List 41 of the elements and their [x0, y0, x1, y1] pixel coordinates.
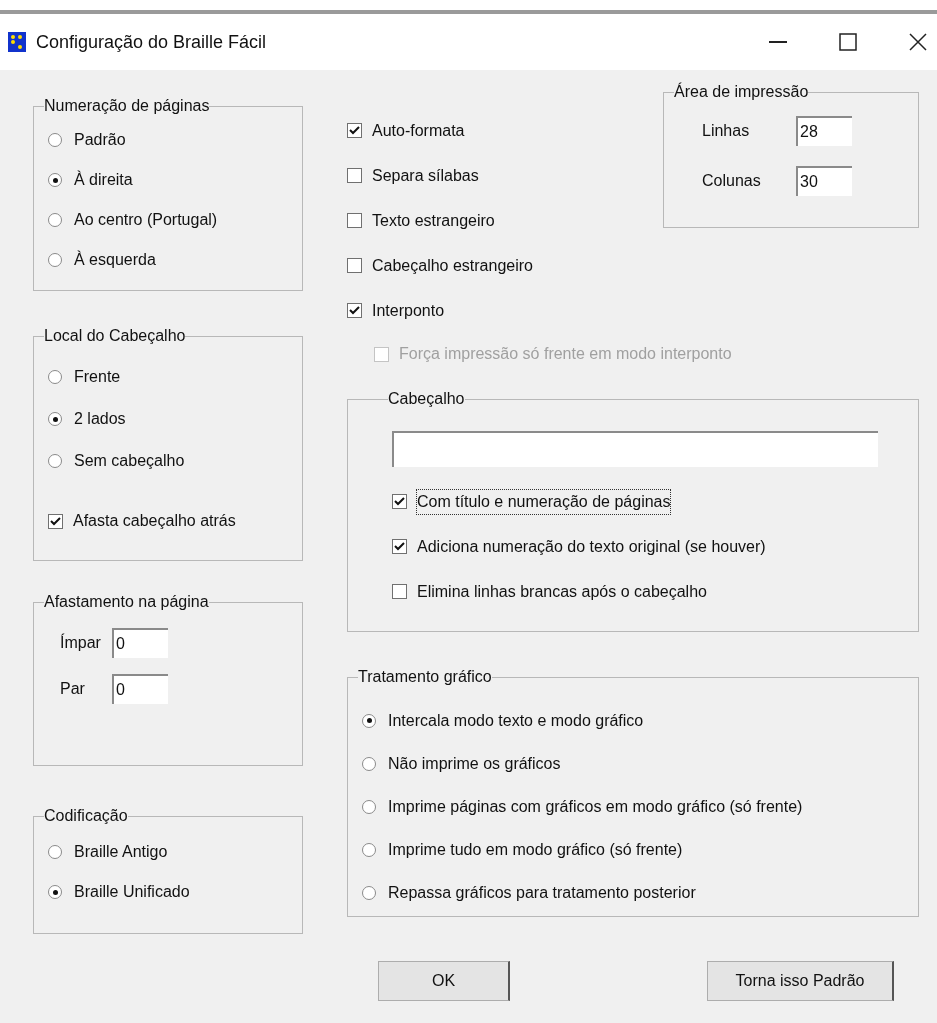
radio-label[interactable]: Repassa gráficos para tratamento posterior [388, 880, 696, 905]
field-label: Par [60, 679, 86, 699]
group-label: Afastamento na página [44, 592, 209, 612]
checkbox-label[interactable]: Cabeçalho estrangeiro [372, 253, 533, 278]
window-title: Configuração do Braille Fácil [36, 30, 267, 54]
group-label: Codificação [44, 806, 128, 826]
field-label: Ímpar [60, 632, 102, 653]
radio-label[interactable]: Sem cabeçalho [74, 449, 185, 473]
checkbox-label[interactable]: Texto estrangeiro [372, 208, 495, 233]
checkbox-label[interactable]: Auto-formata [372, 118, 465, 143]
radio-label[interactable]: Não imprime os gráficos [388, 751, 561, 776]
text-field[interactable]: 30 [796, 166, 852, 196]
group-label: Área de impressão [674, 81, 809, 102]
group-label: Numeração de páginas [44, 96, 210, 116]
text-field[interactable]: 28 [796, 116, 852, 146]
group-label: Tratamento gráfico [358, 667, 492, 687]
field-label: Linhas [702, 121, 751, 141]
radio-label[interactable]: Braille Unificado [74, 880, 190, 904]
checkbox-label[interactable]: Com título e numeração de páginas [417, 489, 671, 514]
checkbox-label[interactable]: Adiciona numeração do texto original (se houver) [417, 534, 766, 559]
checkbox-label[interactable]: Interponto [372, 298, 445, 323]
radio-label[interactable]: À esquerda [74, 248, 156, 272]
radio-label[interactable]: Padrão [74, 128, 126, 152]
radio-label[interactable]: 2 lados [74, 407, 126, 431]
text-field[interactable]: 0 [112, 674, 168, 704]
checkbox-label[interactable]: Elimina linhas brancas após o cabeçalho [417, 579, 707, 604]
field-label: Colunas [702, 171, 762, 191]
ok-button[interactable]: OK [378, 961, 510, 1001]
text-field[interactable]: 0 [112, 628, 168, 658]
group-label: Cabeçalho [388, 389, 465, 409]
set-default-button[interactable]: Torna isso Padrão [707, 961, 894, 1001]
radio-label[interactable]: Intercala modo texto e modo gráfico [388, 708, 644, 733]
radio-label[interactable]: Imprime tudo em modo gráfico (só frente) [388, 837, 683, 862]
radio-label[interactable]: À direita [74, 168, 133, 192]
radio-label[interactable]: Ao centro (Portugal) [74, 208, 218, 232]
checkbox-label[interactable]: Afasta cabeçalho atrás [73, 509, 236, 533]
checkbox-label[interactable]: Separa sílabas [372, 163, 479, 188]
group-label: Local do Cabeçalho [44, 326, 186, 346]
radio-label[interactable]: Imprime páginas com gráficos em modo gráfico (só frente) [388, 794, 803, 819]
radio-label[interactable]: Braille Antigo [74, 840, 168, 864]
radio-label[interactable]: Frente [74, 365, 121, 389]
